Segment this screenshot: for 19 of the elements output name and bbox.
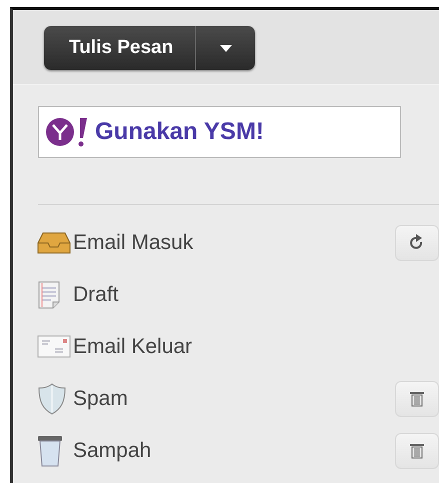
empty-folder-button[interactable]: [395, 433, 439, 469]
trash-icon: [410, 443, 424, 459]
empty-folder-button[interactable]: [395, 381, 439, 417]
trash-bin-icon: [37, 435, 63, 467]
refresh-icon: [410, 234, 424, 252]
folder-link[interactable]: Draft: [73, 283, 439, 307]
envelope-icon: [37, 334, 71, 360]
ad-text: Gunakan YSM!: [95, 118, 264, 146]
inbox-tray-icon: [37, 231, 71, 255]
trash-icon: [410, 391, 424, 407]
ad-banner[interactable]: Gunakan YSM!: [38, 106, 401, 158]
caret-icon: [220, 44, 232, 52]
document-icon: [37, 281, 61, 309]
folder-link[interactable]: Email Masuk: [73, 231, 395, 255]
folder-link[interactable]: Sampah: [73, 439, 395, 463]
shield-icon: [37, 383, 67, 415]
refresh-button[interactable]: [395, 225, 439, 261]
folder-link[interactable]: Spam: [73, 387, 395, 411]
folder-link[interactable]: Email Keluar: [73, 335, 439, 359]
